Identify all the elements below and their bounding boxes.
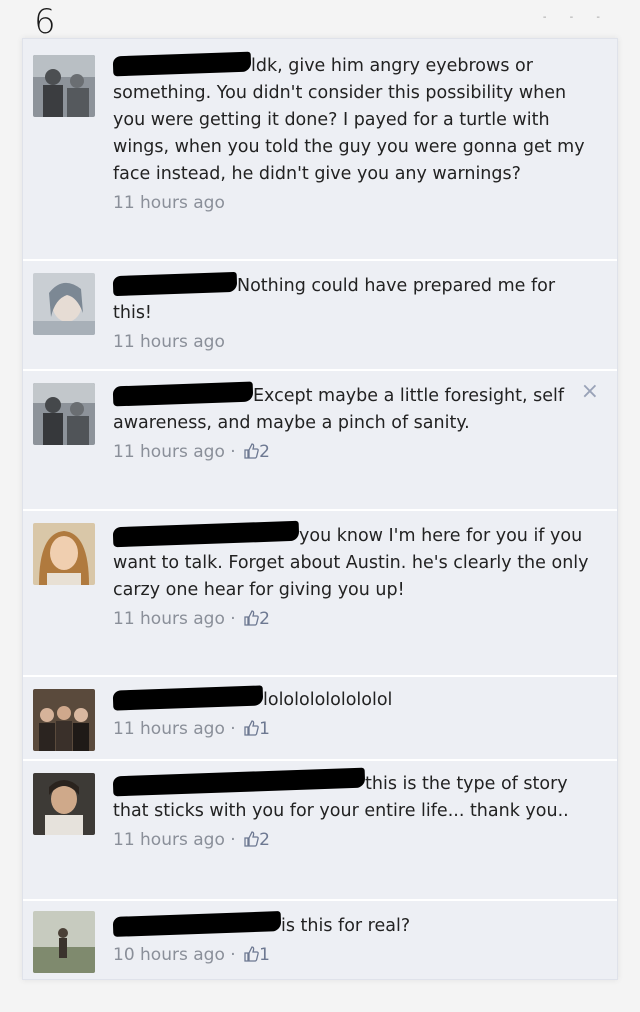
comment-timestamp[interactable]: 10 hours ago — [113, 945, 225, 965]
comment-item: this is the type of story that sticks wi… — [23, 761, 617, 901]
comment-item: × Except maybe a little foresight, self … — [23, 371, 617, 511]
redacted-name — [112, 520, 300, 548]
comment-item: you know I'm here for you if you want to… — [23, 511, 617, 677]
meta-separator: · — [224, 830, 242, 850]
page-label: 6 — [34, 2, 56, 42]
avatar[interactable] — [33, 773, 95, 835]
comment-meta: 10 hours ago · 1 — [113, 942, 589, 969]
corner-marks: - - - — [542, 12, 610, 23]
comment-timestamp[interactable]: 11 hours ago — [113, 193, 225, 213]
thumbs-up-icon[interactable] — [243, 610, 259, 626]
comment-timestamp[interactable]: 11 hours ago — [113, 442, 225, 462]
thumbs-up-icon[interactable] — [243, 831, 259, 847]
redacted-name — [112, 51, 252, 77]
comment-item: is this for real? 10 hours ago · 1 — [23, 901, 617, 979]
thumbs-up-icon[interactable] — [243, 946, 259, 962]
comment-item: lolololololololol 11 hours ago · 1 — [23, 677, 617, 761]
thumbs-up-icon[interactable] — [243, 443, 259, 459]
thumbs-up-icon[interactable] — [243, 720, 259, 736]
like-count[interactable]: 1 — [259, 945, 270, 965]
meta-separator: · — [224, 609, 242, 629]
avatar[interactable] — [33, 383, 95, 445]
like-count[interactable]: 2 — [259, 830, 270, 850]
meta-separator: · — [224, 719, 242, 739]
like-count[interactable]: 2 — [259, 609, 270, 629]
meta-separator: · — [224, 442, 242, 462]
comment-text: ldk, give him angry eyebrows or somethin… — [113, 56, 585, 184]
comment-meta: 11 hours ago · 2 — [113, 439, 589, 466]
comment-meta: 11 hours ago · 2 — [113, 827, 589, 854]
comment-timestamp[interactable]: 11 hours ago — [113, 332, 225, 352]
meta-separator: · — [224, 945, 242, 965]
comment-meta: 11 hours ago · 1 — [113, 716, 589, 743]
comment-item: ldk, give him angry eyebrows or somethin… — [23, 39, 617, 261]
redacted-name — [112, 381, 254, 407]
avatar[interactable] — [33, 55, 95, 117]
comment-text: is this for real? — [281, 916, 411, 936]
avatar[interactable] — [33, 689, 95, 751]
redacted-name — [112, 911, 282, 937]
redacted-name — [112, 767, 366, 797]
comment-item: Nothing could have prepared me for this!… — [23, 261, 617, 371]
like-count[interactable]: 2 — [259, 442, 270, 462]
avatar[interactable] — [33, 523, 95, 585]
comment-meta: 11 hours ago · 2 — [113, 606, 589, 633]
comment-thread: ldk, give him angry eyebrows or somethin… — [22, 38, 618, 980]
redacted-name — [112, 685, 264, 711]
comment-meta: 11 hours ago — [113, 329, 589, 356]
redacted-name — [112, 271, 238, 297]
comment-timestamp[interactable]: 11 hours ago — [113, 609, 225, 629]
comment-meta: 11 hours ago — [113, 190, 589, 217]
like-count[interactable]: 1 — [259, 719, 270, 739]
comment-timestamp[interactable]: 11 hours ago — [113, 830, 225, 850]
avatar[interactable] — [33, 911, 95, 973]
avatar[interactable] — [33, 273, 95, 335]
comment-text: lolololololololol — [263, 690, 393, 710]
comment-timestamp[interactable]: 11 hours ago — [113, 719, 225, 739]
